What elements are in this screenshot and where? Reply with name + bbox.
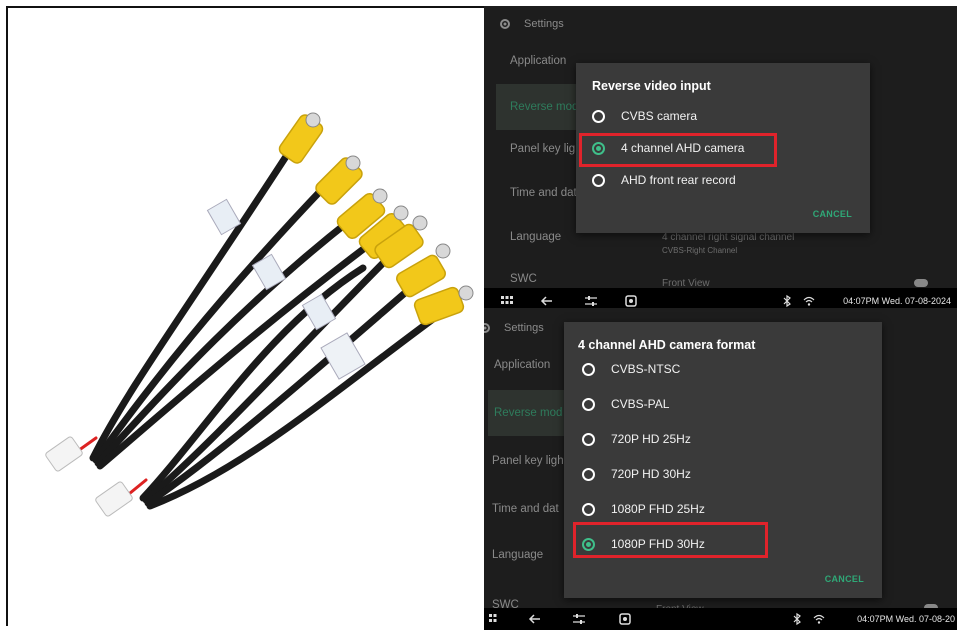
radio-unchecked-icon[interactable] [582,467,595,481]
option-ahd-front-rear-record[interactable]: AHD front rear record [592,173,736,187]
gear-icon[interactable] [498,17,512,31]
option-label: 1080P FHD 25Hz [611,502,705,516]
red-highlight-box [573,522,768,558]
option-cvbs-camera[interactable]: CVBS camera [592,109,697,123]
radio-unchecked-icon[interactable] [592,109,605,123]
bluetooth-icon [783,294,791,308]
square-app-icon[interactable] [618,612,632,626]
reverse-video-input-screen: Settings Application Reverse mod Panel k… [484,6,957,314]
rca-cable-illustration [45,112,474,517]
sliders-icon[interactable] [584,294,598,308]
clock-date: 04:07PM Wed. 07-08-2024 [843,296,951,306]
clock-date: 04:07PM Wed. 07-08-20 [857,614,955,624]
option-cvbs-pal[interactable]: CVBS-PAL [582,397,669,411]
option-label: CVBS camera [621,109,698,123]
grid-icon[interactable] [500,294,514,308]
cancel-button[interactable]: CANCEL [825,574,864,584]
back-arrow-icon[interactable] [528,612,542,626]
option-label: CVBS-NTSC [611,362,681,376]
wifi-icon [803,296,815,306]
option-1080p-fhd-25hz[interactable]: 1080P FHD 25Hz [582,502,705,516]
option-720p-hd-30hz[interactable]: 720P HD 30Hz [582,467,691,481]
radio-unchecked-icon[interactable] [582,502,595,516]
product-photo-rca-harness [8,8,484,626]
bg-setting-subvalue: CVBS-Right Channel [662,246,738,255]
grid-icon[interactable] [488,612,502,626]
gear-icon[interactable] [484,321,492,335]
sliders-icon[interactable] [572,612,586,626]
option-720p-hd-25hz[interactable]: 720P HD 25Hz [582,432,691,446]
radio-unchecked-icon[interactable] [582,432,595,446]
settings-title: Settings [524,18,564,30]
cancel-button[interactable]: CANCEL [813,209,852,219]
bg-setting-value: 4 channel right signal channel [662,232,795,243]
option-label: 720P HD 25Hz [611,432,691,446]
option-label: CVBS-PAL [611,397,670,411]
dialog-title: Reverse video input [592,79,711,93]
radio-unchecked-icon[interactable] [592,173,605,187]
status-bar: 04:07PM Wed. 07-08-20 [484,608,957,630]
back-arrow-icon[interactable] [540,294,554,308]
radio-unchecked-icon[interactable] [582,362,595,376]
settings-header: Settings [484,6,957,42]
settings-title: Settings [504,322,544,334]
ahd-camera-format-screen: Settings Application Reverse mod Panel k… [484,308,957,630]
front-view-toggle[interactable] [914,279,928,287]
square-app-icon[interactable] [624,294,638,308]
radio-unchecked-icon[interactable] [582,397,595,411]
dialog-title: 4 channel AHD camera format [578,338,756,352]
option-cvbs-ntsc[interactable]: CVBS-NTSC [582,362,680,376]
wifi-icon [813,614,825,624]
option-label: AHD front rear record [621,173,736,187]
red-highlight-box [579,133,777,167]
bluetooth-icon [793,612,801,626]
option-label: 720P HD 30Hz [611,467,691,481]
